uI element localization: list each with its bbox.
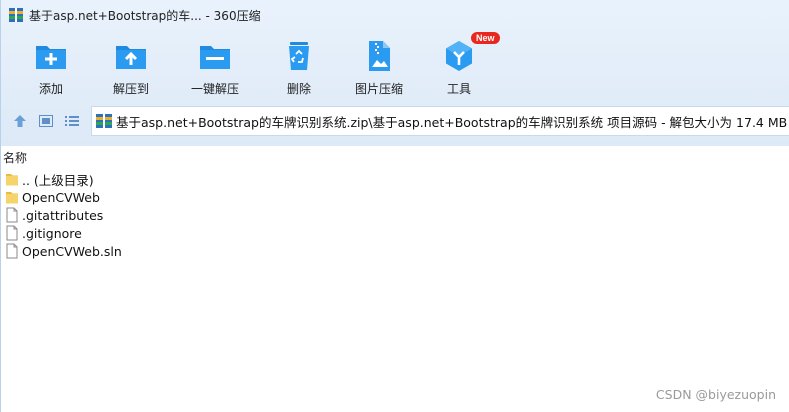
- list-item-parent-dir[interactable]: .. (上级目录): [5, 170, 122, 188]
- one-click-extract-label: 一键解压: [190, 82, 239, 96]
- extract-to-folder-icon: [116, 46, 146, 69]
- file-rows: .. (上级目录) OpenCVWeb .gitattributes .giti…: [5, 170, 122, 260]
- list-item-name: .gitattributes: [22, 207, 104, 223]
- list-view-icon: [65, 116, 79, 126]
- arrow-up-icon: [14, 115, 26, 127]
- list-item-opencvweb-sln[interactable]: OpenCVWeb.sln: [5, 242, 122, 260]
- add-label: 添加: [38, 82, 63, 96]
- main-toolbar: 添加 解压到 一键解压 删除 图片压缩 New 工具: [11, 32, 500, 100]
- delete-button[interactable]: 删除: [259, 36, 339, 100]
- image-compress-label: 图片压缩: [354, 82, 403, 96]
- tools-label: 工具: [446, 82, 471, 96]
- archive-window: 基于asp.net+Bootstrap的车... - 360压缩 添加 解压到: [0, 0, 789, 412]
- list-item-gitattributes[interactable]: .gitattributes: [5, 206, 122, 224]
- image-zip-icon: [369, 41, 390, 71]
- up-level-button[interactable]: [7, 108, 33, 134]
- file-icon: [6, 207, 18, 223]
- list-item-name: .gitignore: [22, 225, 82, 241]
- list-view-button[interactable]: [59, 108, 85, 134]
- file-icon: [6, 225, 18, 241]
- image-compress-button[interactable]: 图片压缩: [339, 36, 419, 100]
- thumbnail-view-icon: [39, 115, 53, 127]
- recycle-bin-icon: [289, 42, 309, 70]
- folder-icon: [6, 192, 18, 204]
- column-header-name[interactable]: 名称: [3, 149, 27, 166]
- list-item-opencvweb[interactable]: OpenCVWeb: [5, 188, 122, 206]
- folder-icon: [6, 174, 18, 186]
- extract-to-button[interactable]: 解压到: [91, 36, 171, 100]
- one-click-extract-folder-icon: [200, 46, 230, 69]
- list-item-name: .. (上级目录): [22, 172, 94, 188]
- window-chrome: 基于asp.net+Bootstrap的车... - 360压缩 添加 解压到: [1, 0, 789, 146]
- archive-app-icon: [9, 8, 23, 22]
- zip-archive-icon: [96, 114, 112, 128]
- window-title: 基于asp.net+Bootstrap的车... - 360压缩: [29, 8, 261, 23]
- address-row: 基于asp.net+Bootstrap的车牌识别系统.zip\基于asp.net…: [1, 106, 789, 136]
- tools-button[interactable]: New 工具: [419, 32, 500, 100]
- tools-cube-icon: [446, 41, 472, 71]
- title-bar: 基于asp.net+Bootstrap的车... - 360压缩: [1, 0, 789, 30]
- extract-to-label: 解压到: [112, 82, 149, 96]
- list-item-gitignore[interactable]: .gitignore: [5, 224, 122, 242]
- list-item-name: OpenCVWeb.sln: [22, 243, 122, 259]
- new-badge: New: [471, 32, 500, 44]
- delete-label: 删除: [286, 82, 311, 96]
- file-list: 名称 .. (上级目录) OpenCVWeb .gitattributes .g…: [1, 146, 789, 412]
- file-icon: [6, 243, 18, 259]
- watermark: CSDN @biyezuopin: [655, 387, 776, 402]
- add-button[interactable]: 添加: [11, 36, 91, 100]
- address-bar[interactable]: 基于asp.net+Bootstrap的车牌识别系统.zip\基于asp.net…: [91, 106, 789, 136]
- thumbnail-view-button[interactable]: [33, 108, 59, 134]
- list-item-name: OpenCVWeb: [22, 189, 100, 205]
- address-path: 基于asp.net+Bootstrap的车牌识别系统.zip\基于asp.net…: [116, 114, 788, 130]
- one-click-extract-button[interactable]: 一键解压: [171, 36, 259, 100]
- add-folder-icon: [36, 46, 66, 69]
